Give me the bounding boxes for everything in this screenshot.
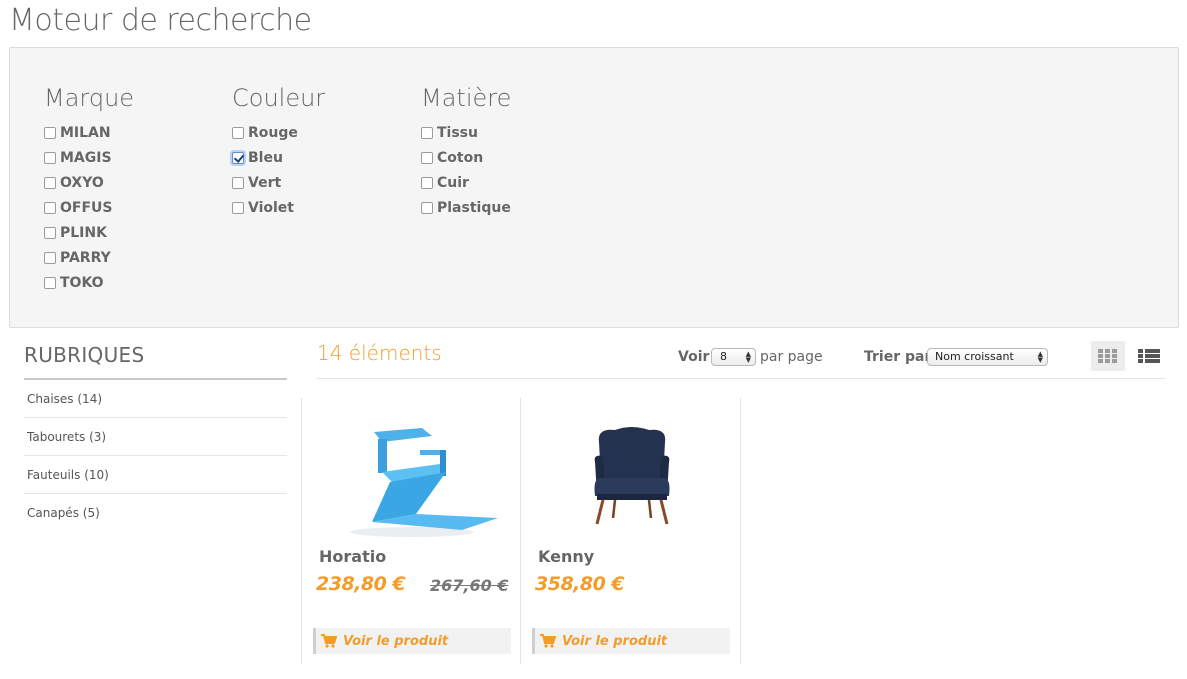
- filter-option-plastique[interactable]: Plastique: [421, 195, 511, 220]
- product-card[interactable]: Horatio 238,80 € 267,60 € Voir le produi…: [301, 398, 521, 664]
- checkbox[interactable]: [44, 251, 56, 264]
- filter-title-marque: Marque: [44, 84, 135, 112]
- blue-zigzag-chair-image: [322, 406, 504, 541]
- list-view-icon: [1138, 349, 1160, 363]
- filter-option-violet[interactable]: Violet: [232, 195, 325, 220]
- filter-label: MAGIS: [60, 149, 112, 166]
- filter-group-couleur: Couleur Rouge Bleu Vert Violet: [232, 84, 325, 220]
- view-product-button[interactable]: Voir le produit: [313, 628, 511, 654]
- checkbox[interactable]: [44, 176, 56, 189]
- checkbox[interactable]: [421, 176, 433, 189]
- product-old-price: 267,60 €: [430, 576, 509, 595]
- filter-option-toko[interactable]: TOKO: [44, 270, 134, 295]
- sort-value: Nom croissant: [935, 350, 1014, 363]
- filter-label: TOKO: [60, 274, 104, 291]
- per-page-select[interactable]: 8 ▲ ▼: [711, 348, 756, 366]
- filter-label: Tissu: [437, 124, 478, 141]
- filter-option-coton[interactable]: Coton: [421, 145, 511, 170]
- product-name[interactable]: Kenny: [538, 547, 594, 566]
- sidebar-rubriques: RUBRIQUES Chaises (14) Tabourets (3) Fau…: [24, 343, 287, 532]
- cart-icon: [540, 634, 556, 648]
- filter-title-matiere: Matière: [421, 84, 512, 112]
- per-page-value: 8: [720, 350, 727, 363]
- checkbox[interactable]: [421, 126, 433, 139]
- sort-select[interactable]: Nom croissant ▲ ▼: [927, 348, 1048, 366]
- filter-label: Bleu: [248, 149, 283, 166]
- filter-group-matiere: Matière Tissu Coton Cuir Plastique: [421, 84, 511, 220]
- product-price: 238,80 €: [316, 573, 406, 595]
- view-product-button[interactable]: Voir le produit: [532, 628, 730, 654]
- sidebar-item-canapes[interactable]: Canapés (5): [24, 494, 287, 532]
- results-count: 14 éléments: [317, 341, 442, 365]
- list-view-button[interactable]: [1135, 341, 1165, 371]
- par-page-label: par page: [760, 349, 823, 365]
- filter-group-marque: Marque MILAN MAGIS OXYO OFFUS PLINK PARR…: [44, 84, 134, 295]
- filter-label: PLINK: [60, 224, 107, 241]
- sidebar-item-fauteuils[interactable]: Fauteuils (10): [24, 456, 287, 494]
- sort-label: Trier par: [864, 349, 932, 365]
- filter-label: Coton: [437, 149, 484, 166]
- product-image-blue-chair[interactable]: [322, 406, 504, 541]
- product-price: 358,80 €: [535, 573, 625, 595]
- checkbox[interactable]: [44, 151, 56, 164]
- checkbox[interactable]: [44, 276, 56, 289]
- cart-icon: [321, 634, 337, 648]
- filter-label: MILAN: [60, 124, 111, 141]
- filter-option-plink[interactable]: PLINK: [44, 220, 134, 245]
- filter-label: OFFUS: [60, 199, 113, 216]
- per-page-label: Voir: [678, 349, 710, 365]
- navy-armchair-image: [587, 406, 677, 541]
- grid-view-button[interactable]: [1091, 341, 1125, 371]
- filter-option-oxyo[interactable]: OXYO: [44, 170, 134, 195]
- filter-option-parry[interactable]: PARRY: [44, 245, 134, 270]
- checkbox-checked[interactable]: [232, 151, 244, 164]
- grid-view-icon: [1098, 349, 1117, 363]
- filter-title-couleur: Couleur: [232, 84, 326, 112]
- select-arrows-icon: ▲ ▼: [745, 350, 751, 364]
- view-product-label: Voir le produit: [562, 633, 668, 649]
- checkbox[interactable]: [44, 226, 56, 239]
- page-title: Moteur de recherche: [9, 3, 312, 38]
- filter-option-cuir[interactable]: Cuir: [421, 170, 511, 195]
- checkbox[interactable]: [421, 201, 433, 214]
- checkbox[interactable]: [421, 151, 433, 164]
- checkbox[interactable]: [232, 201, 244, 214]
- filter-option-magis[interactable]: MAGIS: [44, 145, 134, 170]
- filter-label: Vert: [248, 174, 282, 191]
- sidebar-item-tabourets[interactable]: Tabourets (3): [24, 418, 287, 456]
- filter-option-milan[interactable]: MILAN: [44, 120, 134, 145]
- checkbox[interactable]: [232, 126, 244, 139]
- filter-label: Plastique: [437, 199, 511, 216]
- filter-label: PARRY: [60, 249, 111, 266]
- filter-option-vert[interactable]: Vert: [232, 170, 325, 195]
- checkbox[interactable]: [232, 176, 244, 189]
- filter-option-rouge[interactable]: Rouge: [232, 120, 325, 145]
- results-header: 14 éléments Voir 8 ▲ ▼ par page Trier par…: [317, 340, 1165, 379]
- filter-option-bleu[interactable]: Bleu: [232, 145, 325, 170]
- filter-option-tissu[interactable]: Tissu: [421, 120, 511, 145]
- filter-label: Violet: [248, 199, 294, 216]
- search-filter-panel: Marque MILAN MAGIS OXYO OFFUS PLINK PARR…: [9, 47, 1179, 328]
- filter-option-offus[interactable]: OFFUS: [44, 195, 134, 220]
- sidebar-title: RUBRIQUES: [24, 343, 287, 380]
- checkbox[interactable]: [44, 126, 56, 139]
- product-card[interactable]: Kenny 358,80 € Voir le produit: [521, 398, 741, 664]
- filter-label: Rouge: [248, 124, 298, 141]
- checkbox[interactable]: [44, 201, 56, 214]
- product-image-armchair[interactable]: [541, 406, 723, 541]
- filter-label: OXYO: [60, 174, 104, 191]
- view-product-label: Voir le produit: [343, 633, 449, 649]
- filter-label: Cuir: [437, 174, 469, 191]
- select-arrows-icon: ▲ ▼: [1037, 350, 1043, 364]
- sidebar-item-chaises[interactable]: Chaises (14): [24, 380, 287, 418]
- product-name[interactable]: Horatio: [319, 547, 386, 566]
